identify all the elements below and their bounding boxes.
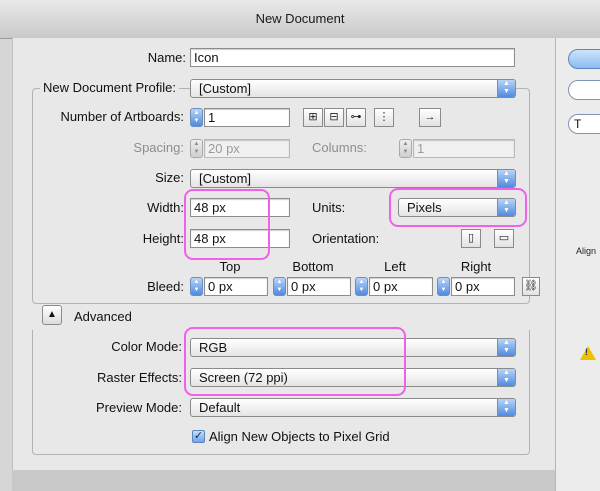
grid-by-column-icon[interactable]: ⊟	[324, 108, 344, 127]
height-label: Height:	[142, 231, 184, 246]
grid-by-row-icon[interactable]: ⊞	[303, 108, 323, 127]
arrange-by-column-icon[interactable]: ⋮	[374, 108, 394, 127]
align-label: Align	[576, 246, 597, 256]
width-label: Width:	[147, 200, 184, 215]
ok-button[interactable]	[568, 49, 600, 69]
bleed-col-right: Right	[460, 259, 492, 274]
preview-mode-select-value: Default	[199, 400, 241, 415]
advanced-disclosure-icon[interactable]: ▲	[42, 305, 62, 325]
profile-select-value: [Custom]	[199, 81, 252, 96]
bleed-col-left: Left	[384, 259, 406, 274]
align-pixel-grid-checkbox[interactable]: ✓	[192, 430, 205, 443]
bleed-bottom-stepper[interactable]: ▲ ▼	[273, 277, 286, 296]
bleed-bottom-input[interactable]: 0 px	[287, 277, 351, 296]
select-arrows-icon: ▲ ▼	[497, 399, 515, 416]
units-highlight	[389, 188, 527, 227]
bleed-top-stepper[interactable]: ▲ ▼	[190, 277, 203, 296]
size-select[interactable]: [Custom] ▲ ▼	[190, 169, 516, 188]
templates-button-initial: T	[574, 117, 582, 131]
size-label: Size:	[155, 170, 184, 185]
spacing-label: Spacing:	[133, 140, 184, 155]
warning-icon	[580, 346, 596, 360]
bleed-right-input[interactable]: 0 px	[451, 277, 515, 296]
select-arrows-icon: ▲ ▼	[497, 369, 515, 386]
bleed-left-input[interactable]: 0 px	[369, 277, 433, 296]
raster-effects-label: Raster Effects:	[96, 370, 182, 385]
columns-label: Columns:	[312, 140, 367, 155]
bleed-col-top: Top	[219, 259, 241, 274]
select-arrows-icon: ▲ ▼	[497, 339, 515, 356]
select-arrows-icon: ▲ ▼	[497, 170, 515, 187]
templates-button[interactable]	[568, 114, 600, 134]
warning-mark: !	[585, 347, 588, 357]
side-panel	[555, 38, 600, 491]
dialog-bottom-edge	[12, 470, 555, 491]
profile-select[interactable]: [Custom] ▲ ▼	[190, 79, 516, 98]
bleed-label: Bleed:	[147, 279, 184, 294]
portrait-icon[interactable]: ▯	[461, 229, 481, 248]
right-to-left-arrow-icon[interactable]: →	[419, 108, 441, 127]
preview-mode-select[interactable]: Default ▲ ▼	[190, 398, 516, 417]
bleed-left-stepper[interactable]: ▲ ▼	[355, 277, 368, 296]
cancel-button[interactable]	[568, 80, 600, 100]
window-title: New Document	[255, 11, 345, 26]
columns-input[interactable]: 1	[413, 139, 515, 158]
spacing-stepper[interactable]: ▲ ▼	[190, 139, 203, 158]
bleed-col-bottom: Bottom	[292, 259, 334, 274]
artboards-stepper[interactable]: ▲ ▼	[190, 108, 203, 127]
units-label: Units:	[312, 200, 346, 215]
artboards-input[interactable]: 1	[204, 108, 290, 127]
name-label: Name:	[147, 50, 186, 65]
bleed-right-stepper[interactable]: ▲ ▼	[437, 277, 450, 296]
name-input[interactable]: Icon	[190, 48, 515, 67]
width-height-highlight	[184, 189, 270, 260]
chain-link-icon[interactable]: ⛓	[522, 277, 540, 296]
color-raster-highlight	[184, 327, 406, 396]
columns-stepper[interactable]: ▲ ▼	[399, 139, 412, 158]
size-select-value: [Custom]	[199, 171, 252, 186]
color-mode-label: Color Mode:	[111, 339, 182, 354]
arrange-by-row-icon[interactable]: ⊶	[346, 108, 366, 127]
orientation-label: Orientation:	[312, 231, 380, 246]
align-pixel-grid-label: Align New Objects to Pixel Grid	[209, 429, 390, 444]
spacing-input[interactable]: 20 px	[204, 139, 290, 158]
select-arrows-icon: ▲ ▼	[497, 80, 515, 97]
bleed-top-input[interactable]: 0 px	[204, 277, 268, 296]
profile-label: New Document Profile:	[40, 80, 179, 95]
advanced-label: Advanced	[74, 309, 132, 324]
landscape-icon[interactable]: ▭	[494, 229, 514, 248]
preview-mode-label: Preview Mode:	[96, 400, 182, 415]
artboards-label: Number of Artboards:	[60, 109, 184, 124]
